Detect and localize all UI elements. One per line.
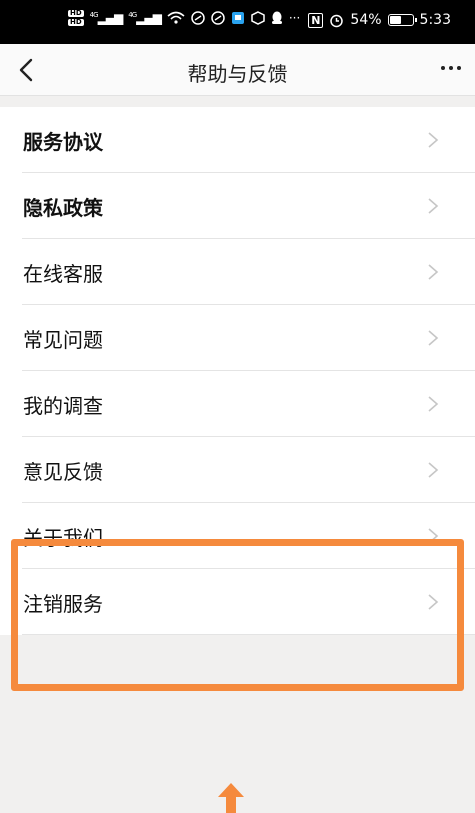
status-bar: HD HD 4G▂▄▆ 4G▂▄▆ ··· N 54% 5:33	[0, 0, 475, 44]
more-options-icon[interactable]	[441, 66, 461, 70]
menu-item-label: 在线客服	[23, 262, 103, 286]
app-notification-icon	[211, 11, 225, 25]
menu-item-online-support[interactable]: 在线客服	[0, 239, 475, 305]
chevron-right-icon	[428, 462, 439, 478]
status-icons-left: HD HD 4G▂▄▆ 4G▂▄▆ ···	[68, 10, 300, 26]
alarm-icon	[330, 14, 344, 27]
battery-percent: 54%	[350, 12, 382, 28]
menu-item-service-agreement[interactable]: 服务协议	[0, 107, 475, 173]
chevron-right-icon	[428, 198, 439, 214]
hd-badges: HD HD	[68, 10, 84, 26]
highlight-annotation-box	[11, 539, 464, 691]
chevron-right-icon	[428, 330, 439, 346]
chevron-right-icon	[428, 264, 439, 280]
menu-item-label: 我的调查	[23, 394, 103, 418]
hd-badge: HD	[68, 9, 84, 17]
menu-item-label: 常见问题	[23, 328, 103, 352]
signal-icon: 4G▂▄▆	[128, 11, 162, 25]
menu-item-privacy-policy[interactable]: 隐私政策	[0, 173, 475, 239]
menu-item-label: 隐私政策	[23, 196, 103, 220]
nfc-icon: N	[308, 12, 324, 28]
app-notification-icon	[231, 12, 244, 24]
menu-item-label: 意见反馈	[23, 460, 103, 484]
battery-icon	[387, 14, 417, 26]
more-notifications-icon: ···	[288, 11, 301, 25]
wifi-icon	[167, 11, 185, 24]
qq-icon	[271, 11, 282, 24]
app-notification-icon	[191, 11, 205, 25]
chevron-right-icon	[428, 396, 439, 412]
chevron-right-icon	[428, 132, 439, 148]
page-title: 帮助与反馈	[187, 62, 288, 86]
menu-item-faq[interactable]: 常见问题	[0, 305, 475, 371]
app-notification-icon	[251, 11, 265, 25]
menu-item-label: 服务协议	[23, 130, 103, 154]
nav-bar: 帮助与反馈	[0, 44, 475, 96]
arrow-up-icon	[218, 783, 244, 813]
menu-item-my-surveys[interactable]: 我的调查	[0, 371, 475, 437]
hd-badge: HD	[68, 18, 84, 26]
signal-icon: 4G▂▄▆	[89, 11, 124, 25]
status-icons-right: N 54% 5:33	[308, 12, 451, 28]
clock: 5:33	[419, 12, 451, 28]
menu-item-feedback[interactable]: 意见反馈	[0, 437, 475, 503]
